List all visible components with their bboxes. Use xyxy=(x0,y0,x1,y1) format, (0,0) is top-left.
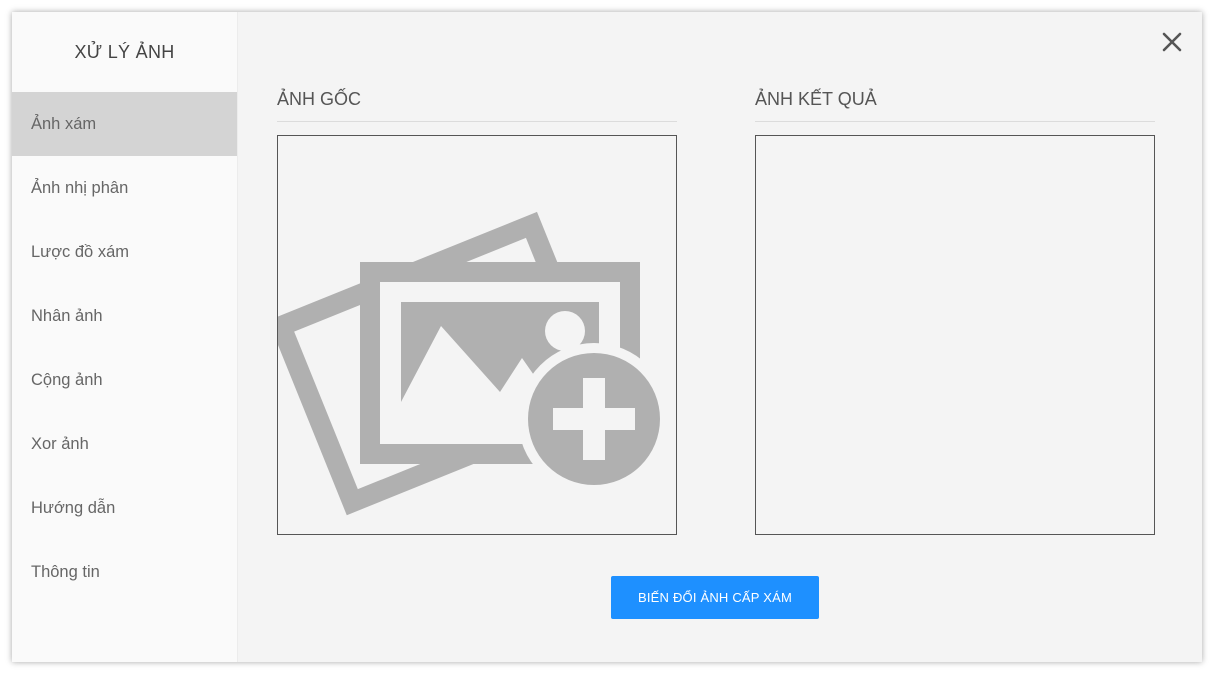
main-content: ẢNH GỐC ẢNH KẾT QUẢ BIẾN ĐỔI ẢNH CẤP XÁM xyxy=(238,12,1202,662)
source-image-box[interactable] xyxy=(277,135,677,535)
app-window: XỬ LÝ ẢNH Ảnh xám Ảnh nhị phân Lược đồ x… xyxy=(12,12,1202,662)
source-image-panel: ẢNH GỐC xyxy=(277,84,677,535)
app-title: XỬ LÝ ẢNH xyxy=(74,41,175,62)
source-image-title: ẢNH GỐC xyxy=(277,84,677,122)
sidebar-item-info[interactable]: Thông tin xyxy=(12,540,237,604)
sidebar-item-add[interactable]: Cộng ảnh xyxy=(12,348,237,412)
sidebar: XỬ LÝ ẢNH Ảnh xám Ảnh nhị phân Lược đồ x… xyxy=(12,12,238,662)
result-image-panel: ẢNH KẾT QUẢ xyxy=(755,84,1155,535)
add-image-icon[interactable] xyxy=(278,136,676,534)
sidebar-item-histogram[interactable]: Lược đồ xám xyxy=(12,220,237,284)
sidebar-item-xor[interactable]: Xor ảnh xyxy=(12,412,237,476)
sidebar-item-binary[interactable]: Ảnh nhị phân xyxy=(12,156,237,220)
sidebar-item-multiply[interactable]: Nhân ảnh xyxy=(12,284,237,348)
sidebar-item-guide[interactable]: Hướng dẫn xyxy=(12,476,237,540)
result-image-title: ẢNH KẾT QUẢ xyxy=(755,84,1155,122)
sidebar-item-grayscale[interactable]: Ảnh xám xyxy=(12,92,237,156)
close-icon[interactable] xyxy=(1160,30,1184,54)
result-image-box xyxy=(755,135,1155,535)
convert-grayscale-button[interactable]: BIẾN ĐỔI ẢNH CẤP XÁM xyxy=(611,576,819,619)
